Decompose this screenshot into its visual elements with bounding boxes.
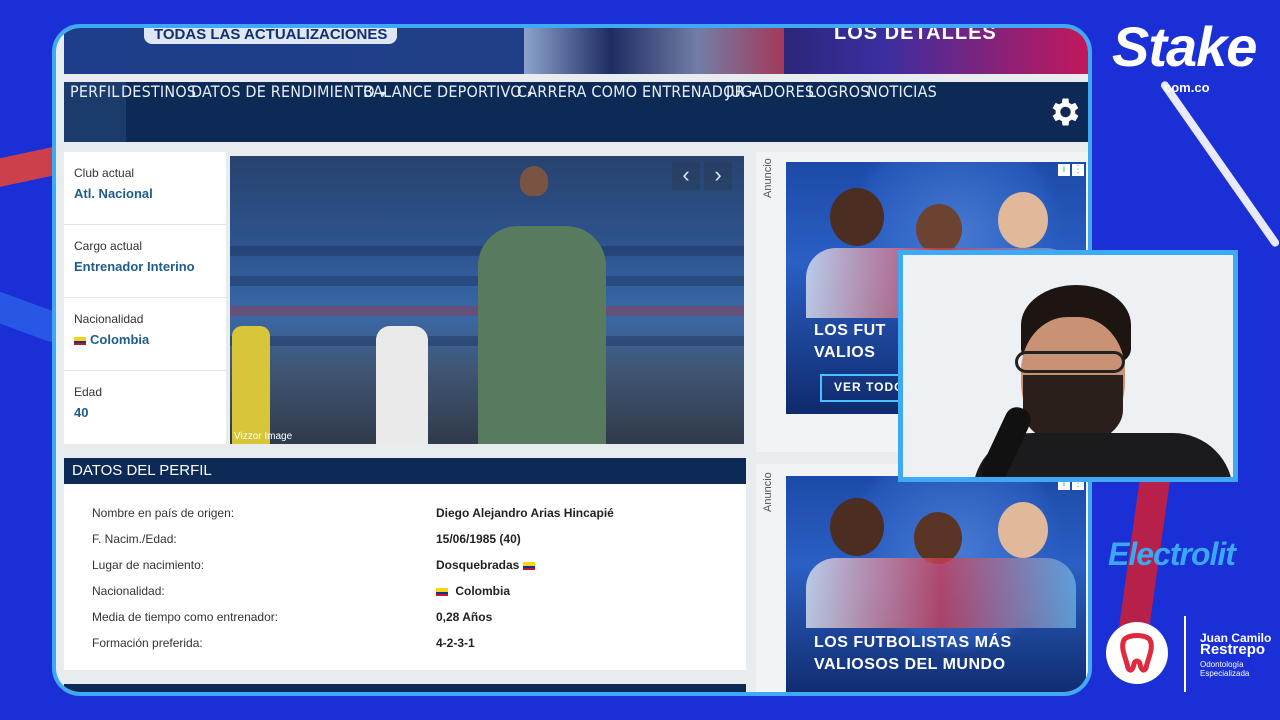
- role-label: Cargo actual: [74, 239, 143, 253]
- nav-item-noticias[interactable]: NOTICIAS: [867, 82, 937, 142]
- player-jersey: [806, 558, 1076, 628]
- nationality-label: Nacionalidad: [74, 312, 144, 326]
- player-graphic: [998, 502, 1048, 558]
- banner-players-image: [524, 28, 784, 74]
- club-label: Club actual: [74, 166, 135, 180]
- gear-icon[interactable]: [1046, 94, 1082, 130]
- profile-row-value: 4-2-3-1: [436, 636, 475, 650]
- person-figure: [520, 166, 548, 196]
- banner-left-text[interactable]: TODAS LAS ACTUALIZACIONES: [144, 28, 398, 44]
- photo-next-button[interactable]: ›: [704, 162, 732, 190]
- nationality-link[interactable]: Colombia: [74, 332, 216, 347]
- info-role: Cargo actual Entrenador Interino: [64, 225, 226, 298]
- nav-item-balance-deportivo[interactable]: BALANCE DEPORTIVO ▾: [363, 82, 533, 142]
- person-figure: [376, 326, 428, 444]
- photo-prev-button[interactable]: ‹: [672, 162, 700, 190]
- tooth-logo-icon: [1106, 622, 1168, 684]
- ad-headline: LOS FUTBOLISTAS MÁS VALIOSOS DEL MUNDO: [814, 634, 1012, 673]
- coach-photo: ‹ › Vizzor Image: [230, 156, 744, 444]
- player-graphic: [914, 512, 962, 564]
- profile-row-value: Diego Alejandro Arias Hincapié: [436, 506, 614, 520]
- colombia-flag-icon: [74, 336, 86, 345]
- top-banner: TODAS LAS ACTUALIZACIONES LOS DETALLES: [64, 28, 1088, 74]
- jcr-subtitle: Odontología Especializada: [1200, 660, 1250, 678]
- nav-item-logros[interactable]: LOGROS: [808, 82, 870, 142]
- person-figure: [232, 326, 270, 444]
- performance-section-title: DATOS DE RENDIMIENTO: [64, 684, 746, 692]
- ad-menu-icon[interactable]: ⋮: [1072, 164, 1084, 176]
- person-figure: [478, 226, 606, 444]
- ad-label: Anuncio: [762, 158, 774, 198]
- info-nationality: Nacionalidad Colombia: [64, 298, 226, 371]
- profile-details: Nombre en país de origen: Diego Alejandr…: [64, 484, 746, 670]
- age-value: 40: [74, 405, 89, 420]
- nav-item-datos-rendimiento[interactable]: DATOS DE RENDIMIENTO ▾: [191, 82, 386, 142]
- jcr-name: Juan Camilo Restrepo: [1200, 631, 1272, 658]
- profile-row-value: Dosquebradas: [436, 558, 539, 572]
- profile-row-label: Nombre en país de origen:: [92, 506, 235, 520]
- player-graphic: [916, 204, 962, 254]
- ad-headline: LOS FUT VALIOS: [814, 322, 886, 361]
- profile-row-value: 15/06/1985 (40): [436, 532, 521, 546]
- nav-item-carrera-entrenador[interactable]: CARRERA COMO ENTRENADOR ▾: [517, 82, 756, 142]
- webcam-overlay: [898, 250, 1238, 482]
- profile-row-label: Media de tiempo como entrenador:: [92, 610, 279, 624]
- profile-row-label: Formación preferida:: [92, 636, 203, 650]
- coach-info-column: Club actual Atl. Nacional Cargo actual E…: [64, 152, 226, 444]
- info-age: Edad 40: [64, 371, 226, 444]
- ad-info-icon[interactable]: i: [1058, 164, 1070, 176]
- nav-item-jugadores[interactable]: JUGADORES: [726, 82, 814, 142]
- colombia-flag-icon: [436, 587, 448, 596]
- nav-item-perfil[interactable]: PERFIL: [64, 82, 126, 142]
- age-label: Edad: [74, 385, 103, 399]
- profile-row-value: 0,28 Años: [436, 610, 493, 624]
- colombia-flag-icon: [522, 561, 535, 570]
- role-value: Entrenador Interino: [74, 259, 195, 274]
- player-graphic: [830, 188, 884, 246]
- stake-domain: com.co: [1164, 80, 1210, 95]
- profile-row-value: Colombia: [436, 584, 510, 598]
- sponsor-divider: [1184, 616, 1186, 692]
- player-graphic: [830, 498, 884, 556]
- banner-right-text[interactable]: LOS DETALLES: [834, 28, 997, 45]
- club-link[interactable]: Atl. Nacional: [74, 186, 216, 201]
- player-graphic: [998, 192, 1048, 248]
- glasses-icon: [1015, 351, 1125, 373]
- profile-row-label: Lugar de nacimiento:: [92, 558, 205, 572]
- ad-label: Anuncio: [762, 472, 774, 512]
- main-nav: PERFIL DESTINOS DATOS DE RENDIMIENTO ▾ BA…: [64, 82, 1088, 142]
- profile-section-title: DATOS DEL PERFIL: [64, 458, 746, 484]
- electrolit-logo: Electrolit: [1108, 536, 1236, 572]
- stake-logo: Stake: [1112, 15, 1257, 78]
- info-club: Club actual Atl. Nacional: [64, 152, 226, 225]
- nav-item-destinos[interactable]: DESTINOS: [121, 82, 196, 142]
- photo-credit: Vizzor Image: [234, 431, 293, 442]
- profile-row-label: Nacionalidad:: [92, 584, 165, 598]
- ad-banner-2[interactable]: LOS FUTBOLISTAS MÁS VALIOSOS DEL MUNDO i …: [786, 476, 1086, 692]
- profile-row-label: F. Nacim./Edad:: [92, 532, 177, 546]
- bg-white-stroke: [1159, 79, 1280, 249]
